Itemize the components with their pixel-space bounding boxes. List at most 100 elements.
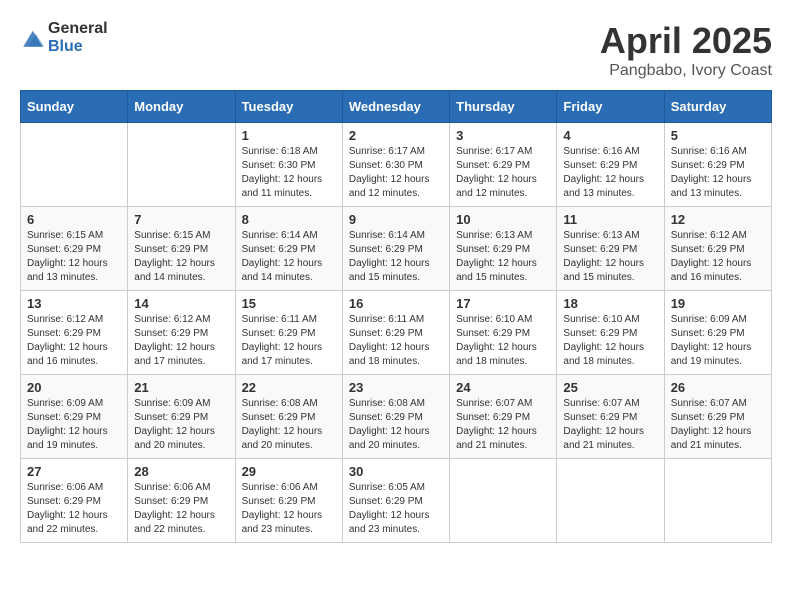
day-info: Sunrise: 6:07 AM Sunset: 6:29 PM Dayligh… — [671, 397, 765, 453]
day-info: Sunrise: 6:10 AM Sunset: 6:29 PM Dayligh… — [563, 313, 657, 369]
day-number: 3 — [456, 128, 550, 143]
logo-text: General Blue — [48, 20, 108, 55]
day-info: Sunrise: 6:08 AM Sunset: 6:29 PM Dayligh… — [242, 397, 336, 453]
col-header-monday: Monday — [128, 91, 235, 123]
day-number: 14 — [134, 296, 228, 311]
calendar-week-3: 13Sunrise: 6:12 AM Sunset: 6:29 PM Dayli… — [21, 291, 772, 375]
day-number: 24 — [456, 380, 550, 395]
calendar-cell: 5 Sunrise: 6:16 AM Sunset: 6:29 PM Daylig… — [664, 123, 771, 207]
calendar-cell: 3 Sunrise: 6:17 AM Sunset: 6:29 PM Daylig… — [450, 123, 557, 207]
header: General Blue April 2025 Pangbabo, Ivory … — [20, 20, 772, 80]
day-number: 2 — [349, 128, 443, 143]
col-header-saturday: Saturday — [664, 91, 771, 123]
day-number: 8 — [242, 212, 336, 227]
calendar-cell: 26 Sunrise: 6:07 AM Sunset: 6:29 PM Dayli… — [664, 375, 771, 459]
calendar-cell: 24 Sunrise: 6:07 AM Sunset: 6:29 PM Dayli… — [450, 375, 557, 459]
calendar-cell — [21, 123, 128, 207]
calendar-week-2: 6Sunrise: 6:15 AM Sunset: 6:29 PM Daylig… — [21, 207, 772, 291]
calendar-cell: 21Sunrise: 6:09 AM Sunset: 6:29 PM Dayli… — [128, 375, 235, 459]
calendar-week-5: 27 Sunrise: 6:06 AM Sunset: 6:29 PM Dayli… — [21, 459, 772, 543]
calendar-cell: 25 Sunrise: 6:07 AM Sunset: 6:29 PM Dayli… — [557, 375, 664, 459]
day-number: 13 — [27, 296, 121, 311]
day-number: 1 — [242, 128, 336, 143]
day-info: Sunrise: 6:18 AM Sunset: 6:30 PM Dayligh… — [242, 145, 336, 201]
day-info: Sunrise: 6:08 AM Sunset: 6:29 PM Dayligh… — [349, 397, 443, 453]
day-info: Sunrise: 6:06 AM Sunset: 6:29 PM Dayligh… — [134, 481, 228, 537]
calendar-cell — [557, 459, 664, 543]
col-header-tuesday: Tuesday — [235, 91, 342, 123]
calendar-header-row: SundayMondayTuesdayWednesdayThursdayFrid… — [21, 91, 772, 123]
day-info: Sunrise: 6:16 AM Sunset: 6:29 PM Dayligh… — [671, 145, 765, 201]
day-info: Sunrise: 6:17 AM Sunset: 6:29 PM Dayligh… — [456, 145, 550, 201]
calendar-cell: 15 Sunrise: 6:11 AM Sunset: 6:29 PM Dayli… — [235, 291, 342, 375]
day-number: 11 — [563, 212, 657, 227]
day-info: Sunrise: 6:11 AM Sunset: 6:29 PM Dayligh… — [349, 313, 443, 369]
day-info: Sunrise: 6:13 AM Sunset: 6:29 PM Dayligh… — [456, 229, 550, 285]
day-info: Sunrise: 6:07 AM Sunset: 6:29 PM Dayligh… — [563, 397, 657, 453]
col-header-thursday: Thursday — [450, 91, 557, 123]
calendar-cell: 8 Sunrise: 6:14 AM Sunset: 6:29 PM Daylig… — [235, 207, 342, 291]
day-number: 30 — [349, 464, 443, 479]
calendar-week-4: 20 Sunrise: 6:09 AM Sunset: 6:29 PM Dayli… — [21, 375, 772, 459]
main-title: April 2025 — [600, 20, 772, 62]
calendar-cell: 30 Sunrise: 6:05 AM Sunset: 6:29 PM Dayli… — [342, 459, 449, 543]
day-number: 5 — [671, 128, 765, 143]
calendar-cell: 4Sunrise: 6:16 AM Sunset: 6:29 PM Daylig… — [557, 123, 664, 207]
calendar-cell: 9Sunrise: 6:14 AM Sunset: 6:29 PM Daylig… — [342, 207, 449, 291]
calendar-cell: 27 Sunrise: 6:06 AM Sunset: 6:29 PM Dayli… — [21, 459, 128, 543]
logo: General Blue — [20, 20, 108, 55]
day-number: 15 — [242, 296, 336, 311]
day-info: Sunrise: 6:06 AM Sunset: 6:29 PM Dayligh… — [27, 481, 121, 537]
day-number: 27 — [27, 464, 121, 479]
calendar-cell: 7Sunrise: 6:15 AM Sunset: 6:29 PM Daylig… — [128, 207, 235, 291]
subtitle: Pangbabo, Ivory Coast — [600, 62, 772, 80]
day-info: Sunrise: 6:17 AM Sunset: 6:30 PM Dayligh… — [349, 145, 443, 201]
calendar-cell: 2 Sunrise: 6:17 AM Sunset: 6:30 PM Daylig… — [342, 123, 449, 207]
day-number: 22 — [242, 380, 336, 395]
col-header-friday: Friday — [557, 91, 664, 123]
calendar-cell: 13Sunrise: 6:12 AM Sunset: 6:29 PM Dayli… — [21, 291, 128, 375]
calendar-table: SundayMondayTuesdayWednesdayThursdayFrid… — [20, 90, 772, 543]
calendar-cell: 12 Sunrise: 6:12 AM Sunset: 6:29 PM Dayli… — [664, 207, 771, 291]
logo-general: General — [48, 20, 108, 38]
day-number: 29 — [242, 464, 336, 479]
calendar-cell: 14Sunrise: 6:12 AM Sunset: 6:29 PM Dayli… — [128, 291, 235, 375]
day-number: 10 — [456, 212, 550, 227]
day-info: Sunrise: 6:05 AM Sunset: 6:29 PM Dayligh… — [349, 481, 443, 537]
calendar-cell: 6Sunrise: 6:15 AM Sunset: 6:29 PM Daylig… — [21, 207, 128, 291]
logo-blue: Blue — [48, 38, 108, 56]
day-number: 12 — [671, 212, 765, 227]
day-info: Sunrise: 6:11 AM Sunset: 6:29 PM Dayligh… — [242, 313, 336, 369]
logo-icon — [20, 26, 44, 50]
col-header-wednesday: Wednesday — [342, 91, 449, 123]
day-info: Sunrise: 6:13 AM Sunset: 6:29 PM Dayligh… — [563, 229, 657, 285]
day-info: Sunrise: 6:09 AM Sunset: 6:29 PM Dayligh… — [27, 397, 121, 453]
calendar-cell: 23Sunrise: 6:08 AM Sunset: 6:29 PM Dayli… — [342, 375, 449, 459]
calendar-cell — [664, 459, 771, 543]
calendar-cell: 1 Sunrise: 6:18 AM Sunset: 6:30 PM Daylig… — [235, 123, 342, 207]
calendar-cell — [450, 459, 557, 543]
calendar-cell — [128, 123, 235, 207]
calendar-cell: 29Sunrise: 6:06 AM Sunset: 6:29 PM Dayli… — [235, 459, 342, 543]
day-number: 20 — [27, 380, 121, 395]
calendar-cell: 16 Sunrise: 6:11 AM Sunset: 6:29 PM Dayli… — [342, 291, 449, 375]
day-info: Sunrise: 6:12 AM Sunset: 6:29 PM Dayligh… — [671, 229, 765, 285]
calendar-cell: 22 Sunrise: 6:08 AM Sunset: 6:29 PM Dayli… — [235, 375, 342, 459]
title-area: April 2025 Pangbabo, Ivory Coast — [600, 20, 772, 80]
calendar-cell: 19Sunrise: 6:09 AM Sunset: 6:29 PM Dayli… — [664, 291, 771, 375]
day-number: 25 — [563, 380, 657, 395]
calendar-cell: 18Sunrise: 6:10 AM Sunset: 6:29 PM Dayli… — [557, 291, 664, 375]
day-info: Sunrise: 6:14 AM Sunset: 6:29 PM Dayligh… — [242, 229, 336, 285]
day-number: 21 — [134, 380, 228, 395]
calendar-cell: 10 Sunrise: 6:13 AM Sunset: 6:29 PM Dayli… — [450, 207, 557, 291]
col-header-sunday: Sunday — [21, 91, 128, 123]
calendar-week-1: 1 Sunrise: 6:18 AM Sunset: 6:30 PM Daylig… — [21, 123, 772, 207]
calendar-cell: 28 Sunrise: 6:06 AM Sunset: 6:29 PM Dayli… — [128, 459, 235, 543]
day-number: 17 — [456, 296, 550, 311]
day-number: 26 — [671, 380, 765, 395]
day-number: 28 — [134, 464, 228, 479]
day-info: Sunrise: 6:07 AM Sunset: 6:29 PM Dayligh… — [456, 397, 550, 453]
day-info: Sunrise: 6:16 AM Sunset: 6:29 PM Dayligh… — [563, 145, 657, 201]
day-info: Sunrise: 6:10 AM Sunset: 6:29 PM Dayligh… — [456, 313, 550, 369]
day-number: 16 — [349, 296, 443, 311]
